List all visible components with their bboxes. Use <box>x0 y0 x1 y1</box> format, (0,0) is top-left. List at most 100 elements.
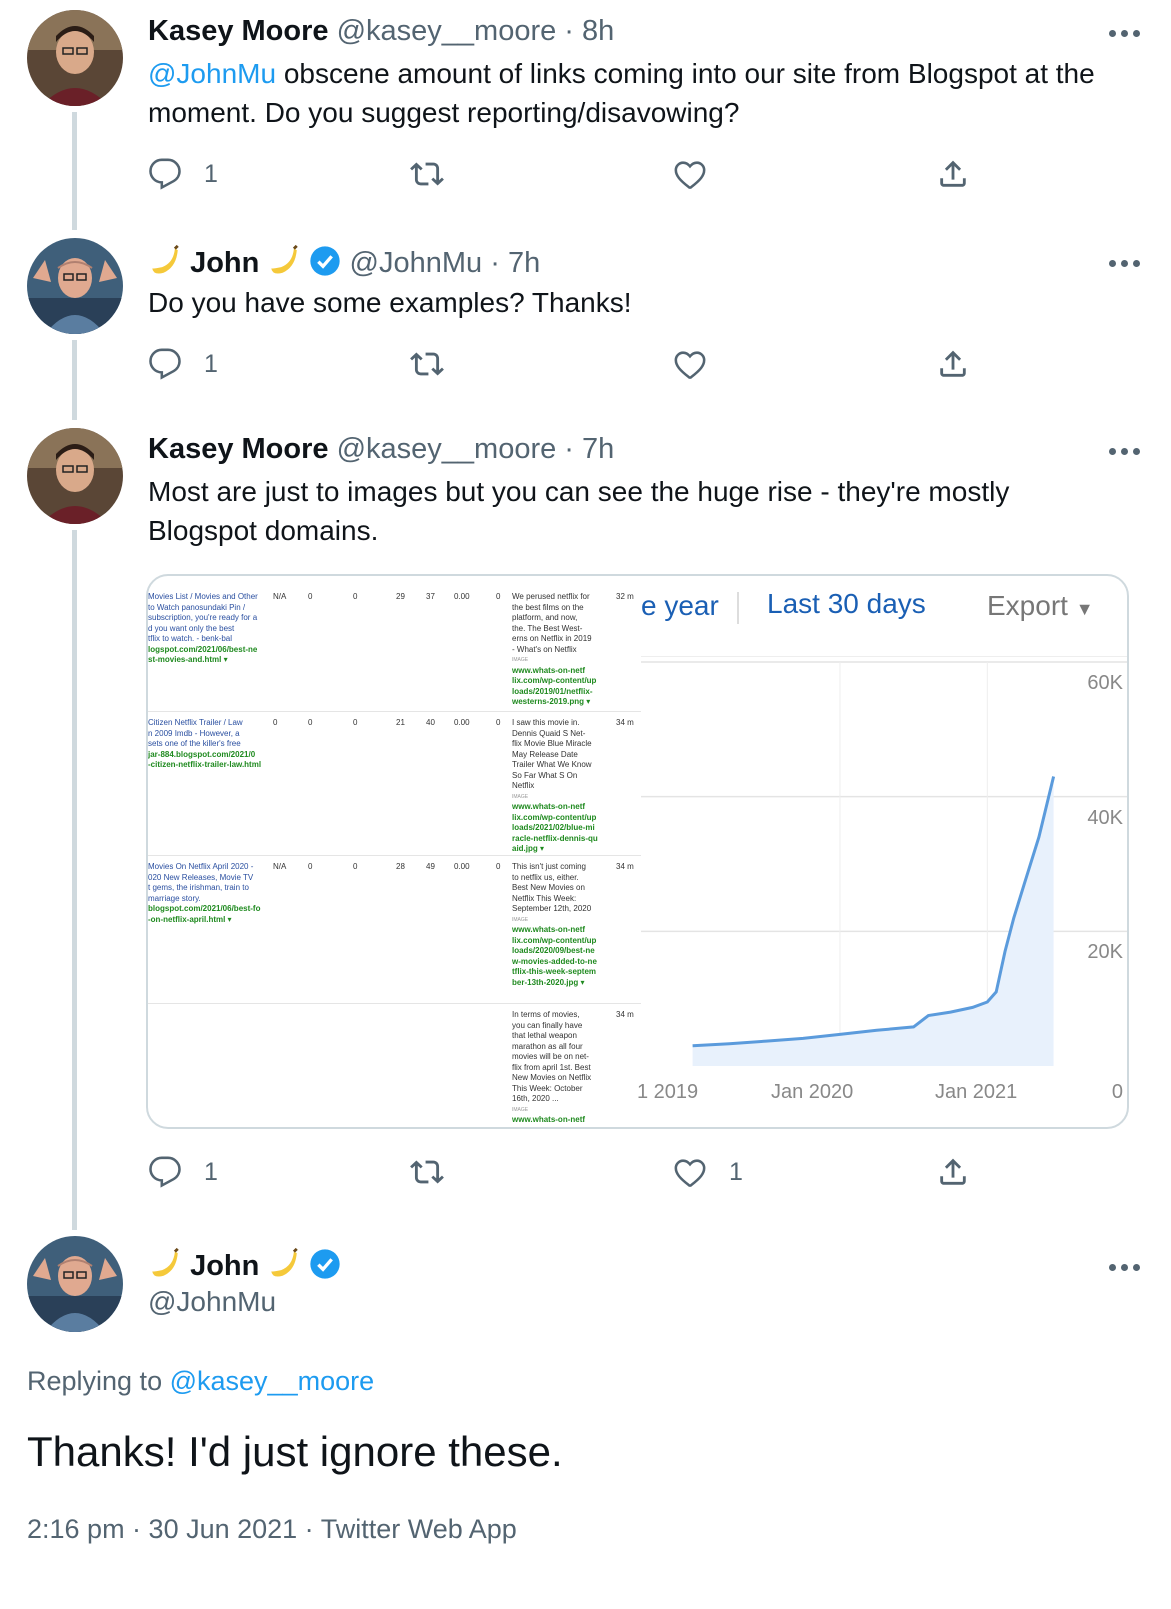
image-tag: IMAGE <box>512 793 529 800</box>
metric-cell: N/A <box>273 862 287 871</box>
target-url[interactable]: racle-netflix-dennis-qu <box>512 834 612 845</box>
share-button[interactable] <box>936 1152 970 1192</box>
referring-page-title-line: to Watch panosundaki Pin / <box>148 602 246 612</box>
retweet-button[interactable] <box>410 154 466 194</box>
target-url[interactable]: ber-13th-2020.jpg ▾ <box>512 978 612 989</box>
separator: · <box>564 15 583 47</box>
referring-page-url[interactable]: -citizen-netflix-trailer-law.html <box>148 760 266 771</box>
referring-page-url[interactable]: logspot.com/2021/06/best-ne <box>148 645 266 656</box>
display-name[interactable]: John <box>148 1246 341 1283</box>
tweet[interactable]: Kasey Moore @kasey__moore · 8h @JohnMu o… <box>0 0 1171 220</box>
anchor-text-line: I saw this movie in. <box>512 718 580 727</box>
retweet-button[interactable] <box>410 1152 466 1192</box>
reply-button[interactable]: 1 <box>148 344 218 384</box>
display-name[interactable]: Kasey Moore <box>148 433 329 465</box>
reply-button[interactable]: 1 <box>148 154 218 194</box>
target-url[interactable]: www.whats-on-netf <box>512 666 612 677</box>
target-url[interactable]: aid.jpg ▾ <box>512 844 612 855</box>
target-url[interactable]: lix.com/wp-content/up <box>512 936 612 947</box>
handle[interactable]: @kasey__moore <box>337 15 557 47</box>
table-row: Movies On Netflix April 2020 -020 New Re… <box>148 856 641 1004</box>
table-row: Movies List / Movies and Other to Watch p… <box>148 586 641 712</box>
anchor-text-line: platform, and now, <box>512 613 578 622</box>
referring-page-url[interactable]: -on-netflix-april.html ▾ <box>148 915 266 926</box>
replying-to-mention[interactable]: @kasey__moore <box>170 1366 375 1396</box>
heart-icon <box>674 161 706 189</box>
referring-page-title-line: Movies On Netflix April 2020 - <box>148 862 254 871</box>
anchor-text-line: the best films on the <box>512 602 584 612</box>
metric-cell: 0.00 <box>454 592 470 601</box>
more-options-icon[interactable] <box>1109 24 1149 38</box>
more-options-icon[interactable] <box>1109 442 1149 456</box>
reply-button[interactable]: 1 <box>148 1152 218 1192</box>
tweet-text: Thanks! I'd just ignore these. <box>27 1428 563 1475</box>
target-url[interactable]: loads/2020/09/best-ne <box>512 946 612 957</box>
replying-to: Replying to @kasey__moore <box>27 1366 374 1397</box>
timestamp[interactable]: 7h <box>508 247 540 279</box>
x-tick-label: Jan 2021 <box>935 1081 1018 1103</box>
referring-page-url[interactable]: jar-884.blogspot.com/2021/0 <box>148 750 266 761</box>
handle[interactable]: @JohnMu <box>148 1286 276 1318</box>
tweet-timestamp[interactable]: 2:16 pm · 30 Jun 2021 · Twitter Web App <box>27 1514 517 1545</box>
anchor-text-line: September 12th, 2020 <box>512 904 592 913</box>
tweet-media-image[interactable]: Movies List / Movies and Other to Watch p… <box>146 574 1129 1129</box>
referring-page-cell: Movies List / Movies and Other to Watch p… <box>148 592 266 666</box>
target-url[interactable]: tflix-this-week-septem <box>512 967 612 978</box>
metric-cell: 28 <box>396 862 405 871</box>
like-button[interactable]: 1 <box>673 1152 743 1192</box>
more-options-icon[interactable] <box>1109 1258 1149 1272</box>
share-icon <box>940 1158 966 1185</box>
tweet[interactable]: John @JohnMu · 7h Do you have some examp… <box>0 230 1171 420</box>
more-options-icon[interactable] <box>1109 254 1149 268</box>
timestamp[interactable]: 7h <box>582 433 614 465</box>
verified-badge-icon <box>310 246 341 276</box>
anchor-text-line: the. The Best West- <box>512 623 583 633</box>
reply-icon <box>149 158 181 190</box>
referring-page-title-line: 020 New Releases, Movie TV <box>148 872 254 882</box>
metric-cell: 0 <box>496 718 501 727</box>
age-cell: 34 m <box>616 862 634 871</box>
referring-page-url[interactable]: blogspot.com/2021/06/best-fo <box>148 904 266 915</box>
share-button[interactable] <box>936 154 970 194</box>
target-url[interactable]: w-movies-added-to-ne <box>512 957 612 968</box>
display-name[interactable]: John <box>190 247 259 279</box>
referring-page-url[interactable]: st-movies-and.html ▾ <box>148 655 266 666</box>
metric-cell: 21 <box>396 718 405 727</box>
target-url[interactable]: westerns-2019.png ▾ <box>512 697 612 708</box>
display-name[interactable]: Kasey Moore <box>148 15 329 47</box>
mention-link[interactable]: @JohnMu <box>148 58 276 89</box>
timestamp[interactable]: 8h <box>582 15 614 47</box>
target-url[interactable]: www.whats-on-netf <box>512 802 612 813</box>
anchor-text-line: Dennis Quaid S Net- <box>512 728 586 738</box>
referring-page-title-line: d you want only the best <box>148 623 235 633</box>
focused-tweet: John @JohnMu Replying to @kasey__moore T… <box>0 1230 1171 1609</box>
avatar[interactable] <box>27 238 123 334</box>
banana-emoji-icon <box>271 1247 299 1277</box>
metric-cell: N/A <box>273 592 287 601</box>
target-url[interactable]: loads/2019/01/netflix- <box>512 687 612 698</box>
referring-page-title-line: Citizen Netflix Trailer / Law <box>148 718 243 727</box>
anchor-text-line: We perused netflix for <box>512 592 590 601</box>
target-url[interactable]: www.whats-on-netf <box>512 925 612 936</box>
like-button[interactable] <box>673 154 729 194</box>
target-url[interactable]: loads/2021/02/blue-mi <box>512 823 612 834</box>
share-button[interactable] <box>936 344 970 384</box>
tweet-body: obscene amount of links coming into our … <box>148 58 1095 128</box>
target-url[interactable]: lix.com/wp-content/up <box>512 813 612 824</box>
target-anchor-cell: In terms of movies, you can finally have t… <box>512 1010 612 1126</box>
metric-cell: 0 <box>308 592 313 601</box>
tweet-actions: 1 1 <box>148 1152 988 1192</box>
handle[interactable]: @JohnMu <box>350 247 483 279</box>
avatar[interactable] <box>27 1236 123 1332</box>
avatar[interactable] <box>27 428 123 524</box>
handle[interactable]: @kasey__moore <box>337 433 557 465</box>
like-button[interactable] <box>673 344 729 384</box>
anchor-text-line: This Week: October <box>512 1083 583 1093</box>
target-url[interactable]: www.whats-on-netf <box>512 1115 612 1126</box>
metric-cell: 0 <box>308 718 313 727</box>
anchor-text-line: flix Movie Blue Miracle <box>512 739 592 748</box>
retweet-button[interactable] <box>410 344 466 384</box>
avatar[interactable] <box>27 10 123 106</box>
banana-emoji-icon <box>271 244 299 274</box>
target-url[interactable]: lix.com/wp-content/up <box>512 676 612 687</box>
